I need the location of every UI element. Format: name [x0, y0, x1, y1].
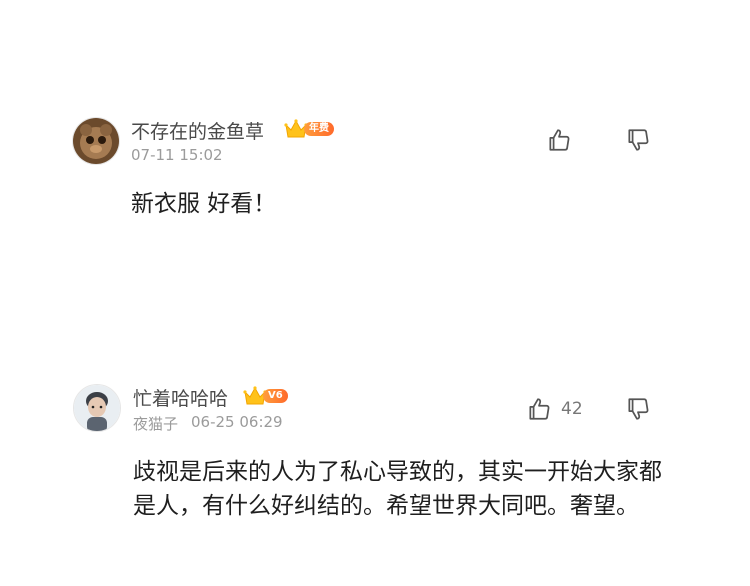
thumb-up-icon — [529, 398, 550, 420]
user-title: 夜猫子 — [133, 415, 179, 433]
username[interactable]: 忙着哈哈哈 — [133, 384, 228, 411]
badge-label: V6 — [263, 389, 288, 403]
dislike-button[interactable] — [625, 396, 651, 422]
comment-text: 歧视是后来的人为了私心导致的，其实一开始大家都是人，有什么好纠结的。希望世界大同… — [133, 459, 662, 519]
avatar-image — [74, 385, 120, 431]
vip-badge: V6 — [243, 385, 288, 407]
like-count: 42 — [561, 399, 583, 419]
like-button[interactable]: 42 — [526, 396, 583, 422]
comment-item: 忙着哈哈哈 V6 夜猫子 06-25 06:29 42 歧视是后来的人为了私心导… — [0, 0, 750, 586]
avatar[interactable] — [73, 384, 121, 432]
comment-time: 06-25 06:29 — [191, 413, 283, 431]
thumb-down-icon — [628, 398, 649, 420]
